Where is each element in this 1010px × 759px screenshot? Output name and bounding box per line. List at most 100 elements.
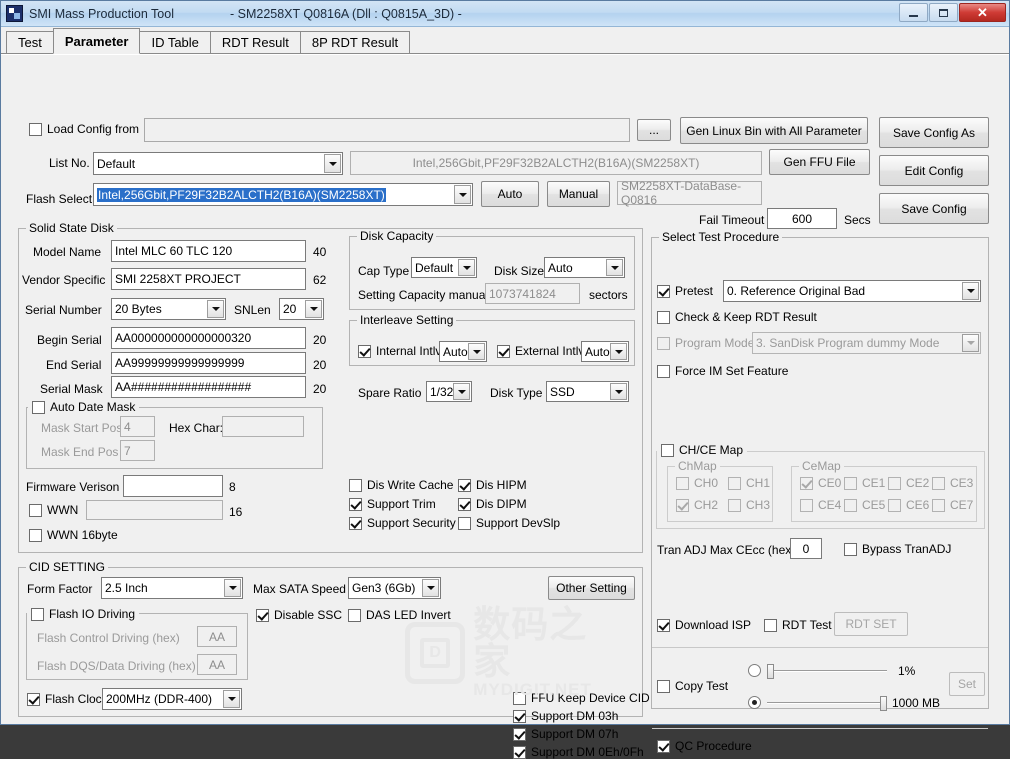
program-mode-combo[interactable]: 3. SanDisk Program dummy Mode	[752, 332, 981, 354]
pretest-combo[interactable]: 0. Reference Original Bad	[723, 280, 981, 302]
copy-test-checkbox[interactable]: Copy Test	[657, 679, 728, 693]
list-no-combo[interactable]: Default	[93, 152, 343, 175]
cap-type-combo[interactable]: Default	[411, 257, 477, 278]
wwn-16byte-checkbox[interactable]: WWN 16byte	[29, 528, 118, 542]
ch3-checkbox[interactable]: CH3	[728, 498, 770, 512]
chevron-down-icon[interactable]	[610, 343, 627, 360]
support-dm-0eh-0fh-checkbox[interactable]: Support DM 0Eh/0Fh	[513, 745, 644, 759]
maximize-button[interactable]	[929, 3, 958, 22]
form-factor-combo[interactable]: 2.5 Inch	[101, 577, 243, 599]
chce-map-checkbox[interactable]: CH/CE Map	[657, 443, 748, 457]
edit-config-button[interactable]: Edit Config	[879, 155, 989, 186]
tab-id-table[interactable]: ID Table	[139, 31, 211, 53]
chevron-down-icon[interactable]	[224, 579, 241, 597]
support-devslp-checkbox[interactable]: Support DevSlp	[458, 516, 560, 530]
mask-end-pos-input[interactable]: 7	[120, 440, 155, 461]
ce5-checkbox[interactable]: CE5	[844, 498, 885, 512]
dis-dipm-checkbox[interactable]: Dis DIPM	[458, 497, 527, 511]
auto-date-mask-checkbox[interactable]: Auto Date Mask	[28, 400, 140, 414]
tab-8p-rdt-result[interactable]: 8P RDT Result	[299, 31, 411, 53]
disable-ssc-checkbox[interactable]: Disable SSC	[256, 608, 342, 622]
chevron-down-icon[interactable]	[454, 185, 471, 204]
disk-type-combo[interactable]: SSD	[546, 381, 629, 402]
force-im-set-feature-checkbox[interactable]: Force IM Set Feature	[657, 364, 788, 378]
das-led-invert-checkbox[interactable]: DAS LED Invert	[348, 608, 451, 622]
gen-ffu-file-button[interactable]: Gen FFU File	[769, 149, 870, 175]
flash-clock-combo[interactable]: 200MHz (DDR-400)	[102, 688, 242, 710]
save-config-as-button[interactable]: Save Config As	[879, 117, 989, 148]
external-intlv-checkbox[interactable]: External Intlv	[497, 344, 584, 358]
tab-rdt-result[interactable]: RDT Result	[209, 31, 301, 53]
ch2-checkbox[interactable]: CH2	[676, 498, 718, 512]
rdt-set-button[interactable]: RDT SET	[834, 612, 908, 636]
support-dm-03h-checkbox[interactable]: Support DM 03h	[513, 709, 618, 723]
ce3-checkbox[interactable]: CE3	[932, 476, 973, 490]
chevron-down-icon[interactable]	[223, 690, 240, 708]
internal-intlv-checkbox[interactable]: Internal Intlv	[358, 344, 441, 358]
disk-size-combo[interactable]: Auto	[544, 257, 625, 278]
slider-thumb[interactable]	[880, 696, 887, 711]
tab-test[interactable]: Test	[6, 31, 54, 53]
flash-select-combo[interactable]: Intel,256Gbit,PF29F32B2ALCTH2(B16A)(SM22…	[93, 183, 473, 206]
rdt-test-checkbox[interactable]: RDT Test	[764, 618, 832, 632]
bypass-tranadj-checkbox[interactable]: Bypass TranADJ	[844, 542, 951, 556]
spare-ratio-combo[interactable]: 1/32	[426, 381, 472, 402]
chevron-down-icon[interactable]	[458, 259, 475, 276]
chevron-down-icon[interactable]	[324, 154, 341, 173]
wwn-checkbox[interactable]: WWN	[29, 503, 78, 517]
browse-button[interactable]: ...	[637, 119, 671, 141]
ce4-checkbox[interactable]: CE4	[800, 498, 841, 512]
chevron-down-icon[interactable]	[962, 334, 979, 352]
load-config-path-input[interactable]	[144, 118, 630, 142]
support-dm-07h-checkbox[interactable]: Support DM 07h	[513, 727, 618, 741]
ce0-checkbox[interactable]: CE0	[800, 476, 841, 490]
chevron-down-icon[interactable]	[962, 282, 979, 300]
support-trim-checkbox[interactable]: Support Trim	[349, 497, 436, 511]
flash-clock-checkbox[interactable]: Flash Clock	[27, 692, 108, 706]
hex-char-input[interactable]	[222, 416, 304, 437]
slider-thumb[interactable]	[767, 664, 774, 679]
program-mode-checkbox[interactable]: Program Mode	[657, 336, 754, 350]
fail-timeout-input[interactable]: 600	[767, 208, 837, 229]
check-keep-rdt-result-checkbox[interactable]: Check & Keep RDT Result	[657, 310, 817, 324]
flash-dqs-driving-input[interactable]: AA	[197, 654, 237, 675]
minimize-button[interactable]	[899, 3, 928, 22]
max-sata-speed-combo[interactable]: Gen3 (6Gb)	[348, 577, 441, 599]
end-serial-input[interactable]: AA99999999999999999	[111, 352, 306, 374]
serial-number-combo[interactable]: 20 Bytes	[111, 298, 226, 320]
gen-linux-bin-button[interactable]: Gen Linux Bin with All Parameter	[680, 117, 868, 144]
dis-write-cache-checkbox[interactable]: Dis Write Cache	[349, 478, 453, 492]
ch0-checkbox[interactable]: CH0	[676, 476, 718, 490]
ce6-checkbox[interactable]: CE6	[888, 498, 929, 512]
dis-hipm-checkbox[interactable]: Dis HIPM	[458, 478, 527, 492]
download-isp-checkbox[interactable]: Download ISP	[657, 618, 751, 632]
qc-procedure-checkbox[interactable]: QC Procedure	[657, 739, 752, 753]
pretest-checkbox[interactable]: Pretest	[657, 284, 713, 298]
firmware-version-input[interactable]	[123, 475, 223, 497]
chevron-down-icon[interactable]	[610, 383, 627, 400]
flash-io-driving-checkbox[interactable]: Flash IO Driving	[27, 607, 140, 621]
other-setting-button[interactable]: Other Setting	[548, 576, 635, 600]
internal-intlv-combo[interactable]: Auto	[439, 341, 487, 362]
external-intlv-combo[interactable]: Auto	[581, 341, 629, 362]
setting-capacity-input[interactable]: 1073741824	[485, 283, 580, 304]
model-name-input[interactable]: Intel MLC 60 TLC 120	[111, 240, 306, 262]
chevron-down-icon[interactable]	[422, 579, 439, 597]
save-config-button[interactable]: Save Config	[879, 193, 989, 224]
chevron-down-icon[interactable]	[207, 300, 224, 318]
snlen-combo[interactable]: 20	[279, 298, 324, 320]
support-security-checkbox[interactable]: Support Security	[349, 516, 456, 530]
load-config-from-checkbox[interactable]: Load Config from	[29, 122, 139, 136]
begin-serial-input[interactable]: AA000000000000000320	[111, 327, 306, 349]
vendor-specific-input[interactable]: SMI 2258XT PROJECT	[111, 268, 306, 290]
size-slider[interactable]	[767, 693, 887, 713]
wwn-input[interactable]	[86, 500, 223, 520]
chevron-down-icon[interactable]	[468, 343, 485, 360]
chevron-down-icon[interactable]	[305, 300, 322, 318]
auto-button[interactable]: Auto	[481, 181, 539, 207]
close-button[interactable]: ✕	[959, 3, 1006, 22]
chevron-down-icon[interactable]	[453, 383, 470, 400]
percent-slider[interactable]	[767, 661, 887, 681]
set-button[interactable]: Set	[949, 672, 985, 696]
chevron-down-icon[interactable]	[606, 259, 623, 276]
